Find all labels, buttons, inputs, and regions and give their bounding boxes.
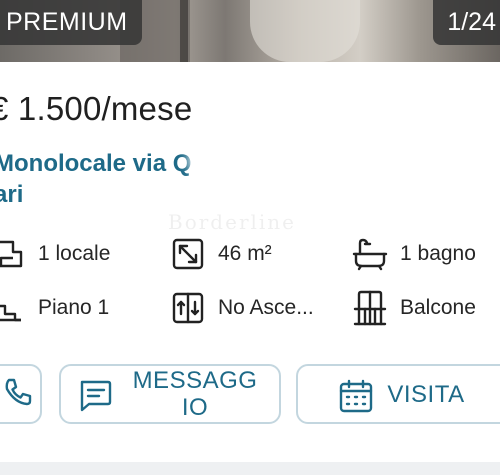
watermark: Borderline [168, 210, 297, 234]
feature-rooms-label: 1 locale [38, 242, 111, 265]
bathtub-icon [350, 234, 390, 274]
feature-elevator: No Asce... [168, 288, 314, 328]
photo-counter: 1/24 [433, 0, 500, 45]
message-label-line1: MESSAGG [132, 367, 258, 394]
balcony-icon [350, 288, 390, 328]
message-button[interactable]: MESSAGG IO [59, 364, 281, 424]
feature-balcony-label: Balcone [400, 296, 476, 319]
price: € 1.500/mese [0, 90, 193, 127]
premium-badge: PREMIUM [0, 0, 142, 45]
feature-floor: Piano 1 [0, 288, 109, 328]
feature-bathrooms: 1 bagno [350, 234, 476, 274]
photo-pole [180, 0, 188, 62]
phone-icon [3, 377, 33, 412]
listing-title-line2: ari [0, 181, 24, 208]
call-button[interactable] [0, 364, 42, 424]
floorplan-icon [0, 234, 28, 274]
bottom-gap [0, 462, 500, 475]
feature-elevator-label: No Asce... [218, 296, 314, 319]
elevator-icon [168, 288, 208, 328]
expand-icon [168, 234, 208, 274]
feature-area: 46 m² [168, 234, 272, 274]
photo-light-area [250, 0, 360, 62]
stairs-icon [0, 288, 28, 328]
feature-area-label: 46 m² [218, 242, 272, 265]
message-icon [77, 379, 113, 418]
listing-photo[interactable]: PREMIUM 1/24 [0, 0, 500, 62]
calendar-icon [338, 378, 374, 419]
listing-card[interactable]: € 1.500/mese Monolocale via Q ari Border… [0, 62, 500, 462]
visit-button[interactable]: VISITA [296, 364, 500, 424]
message-label-line2: IO [181, 394, 209, 421]
feature-floor-label: Piano 1 [38, 296, 110, 319]
feature-rooms: 1 locale [0, 234, 110, 274]
redacted-address [188, 142, 500, 178]
visit-button-label: VISITA [387, 380, 465, 408]
feature-balcony: Balcone [350, 288, 476, 328]
feature-bathrooms-label: 1 bagno [400, 242, 476, 265]
message-button-label: MESSAGG IO [133, 367, 258, 421]
